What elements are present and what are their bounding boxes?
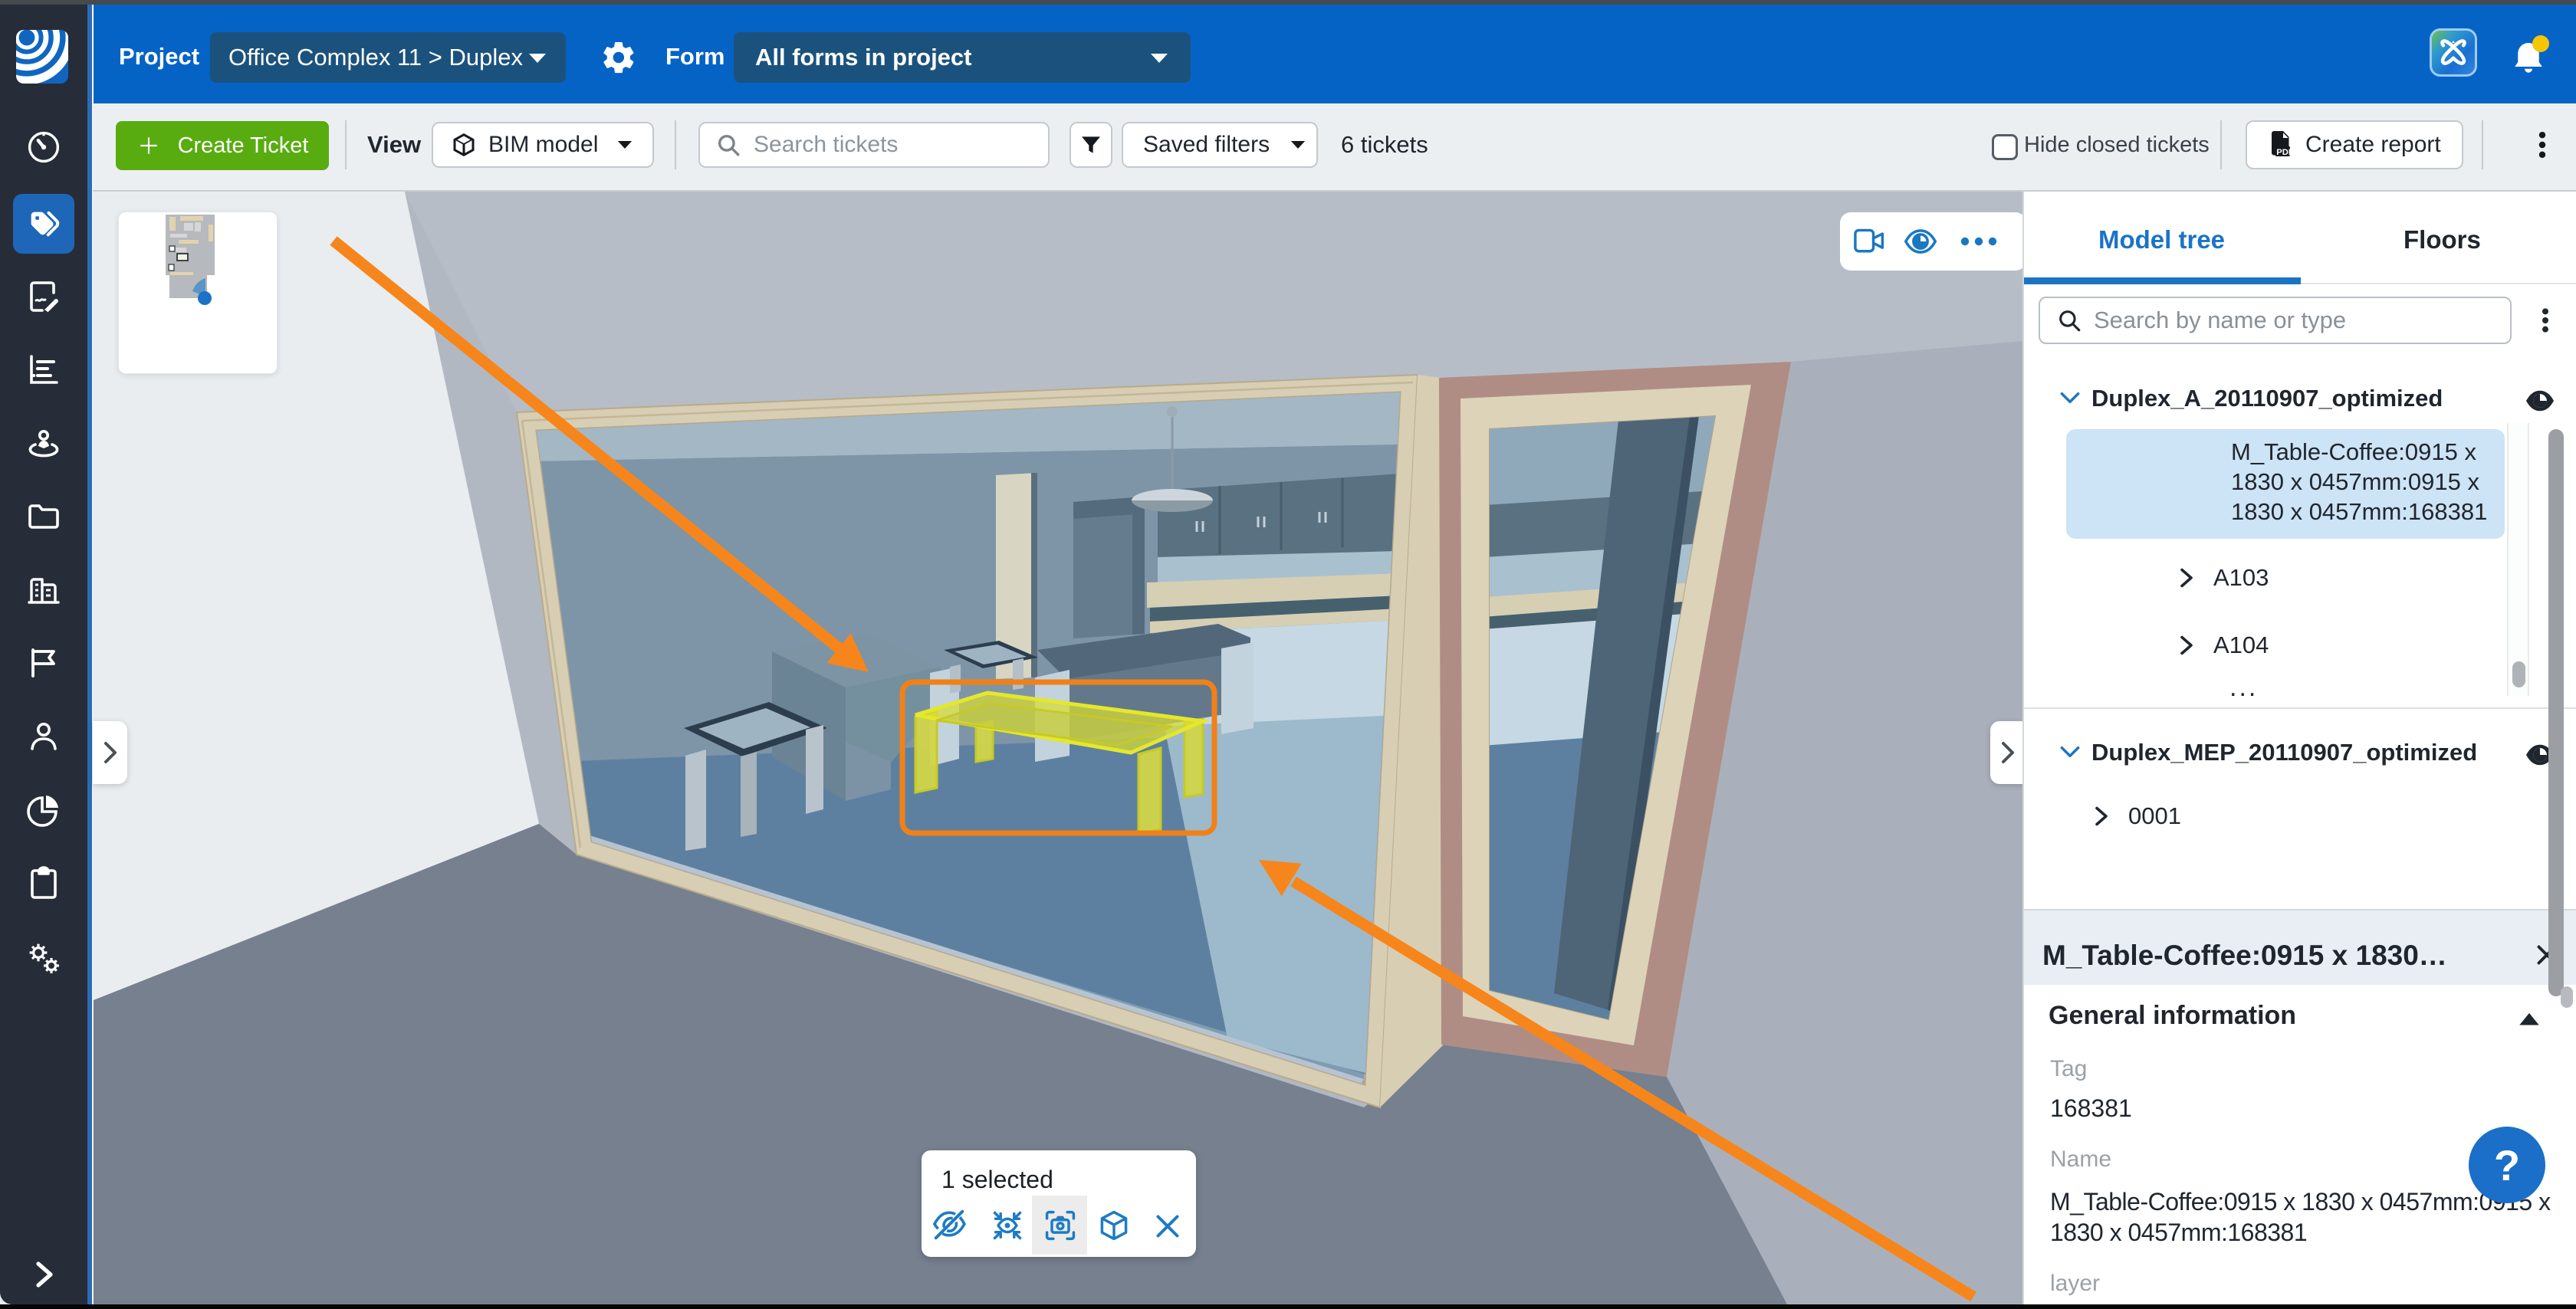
svg-text:PDF: PDF [2276,148,2294,157]
